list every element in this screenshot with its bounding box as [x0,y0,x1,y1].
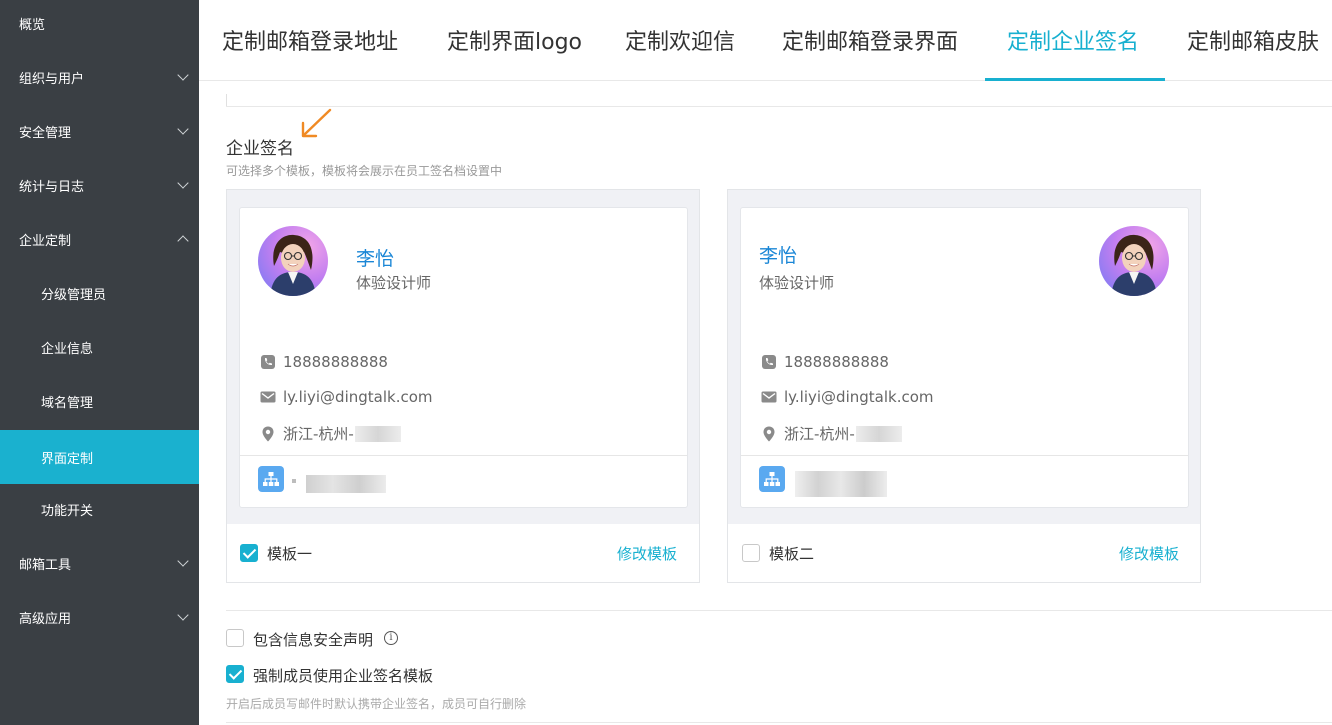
signature-location: 浙江-杭州- [283,425,354,443]
signature-name: 李怡 [356,248,395,270]
template-footer: 模板二 修改模板 [728,524,1200,582]
tab-login-page[interactable]: 定制邮箱登录界面 [782,24,958,56]
phone-icon [762,355,776,369]
divider [741,455,1188,456]
annotation-arrow-icon [301,108,332,138]
redacted-text [292,479,296,483]
chevron-down-icon [177,123,189,135]
redacted-text [855,425,902,442]
signature-card: 李怡 体验设计师 18888888888 ly.liyi@dingtalk.co… [740,207,1189,508]
chevron-up-icon [177,235,189,247]
tab-bar: 定制邮箱登录地址 定制界面logo 定制欢迎信 定制邮箱登录界面 定制企业签名 … [199,0,1332,81]
template-card: 李怡 体验设计师 18888888888 ly.liyi@dingtalk.co… [727,189,1201,583]
active-tab-indicator [985,78,1165,81]
signature-location: 浙江-杭州- [784,425,855,443]
org-chart-icon [759,466,785,492]
signature-email-row: ly.liyi@dingtalk.com [260,388,433,406]
signature-phone-row: 18888888888 [761,353,889,371]
sidebar-item-feature-switch[interactable]: 功能开关 [0,482,199,536]
location-pin-icon [262,426,274,441]
sidebar-item-label: 界面定制 [41,451,94,467]
template-preview: 李怡 体验设计师 18888888888 ly.liyi@dingtalk.co… [227,190,699,524]
sidebar-item-label: 分级管理员 [41,287,107,303]
chevron-down-icon [177,177,189,189]
sidebar-item-admins[interactable]: 分级管理员 [0,266,199,320]
sidebar-item-label: 邮箱工具 [19,557,72,573]
tab-welcome-letter[interactable]: 定制欢迎信 [625,24,735,56]
sidebar-item-label: 功能开关 [41,503,94,519]
signature-location-row: 浙江-杭州- [260,423,401,444]
sidebar-item-ui-custom[interactable]: 界面定制 [0,430,199,484]
sidebar-item-label: 统计与日志 [19,179,85,195]
signature-phone: 18888888888 [784,353,889,371]
divider [226,94,227,106]
section-title: 企业签名 [226,139,294,159]
sidebar-item-stats-logs[interactable]: 统计与日志 [0,158,199,212]
sidebar-item-label: 高级应用 [19,611,72,627]
sidebar-item-advanced[interactable]: 高级应用 [0,590,199,644]
mail-icon [260,391,276,403]
security-statement-checkbox[interactable] [226,629,244,647]
redacted-text [306,475,386,493]
tab-enterprise-signature[interactable]: 定制企业签名 [1007,24,1139,56]
mail-icon [761,391,777,403]
template-label: 模板一 [267,545,313,563]
divider [240,455,687,456]
tab-login-address[interactable]: 定制邮箱登录地址 [222,24,398,56]
sidebar-item-label: 概览 [19,17,46,33]
template-checkbox[interactable] [240,544,258,562]
org-chart-icon [258,466,284,492]
sidebar-item-mail-tools[interactable]: 邮箱工具 [0,536,199,590]
force-template-checkbox[interactable] [226,665,244,683]
location-pin-icon [763,426,775,441]
signature-email: ly.liyi@dingtalk.com [784,388,934,406]
template-preview: 李怡 体验设计师 18888888888 ly.liyi@dingtalk.co… [728,190,1200,524]
avatar [258,226,328,296]
sidebar-item-enterprise-info[interactable]: 企业信息 [0,320,199,374]
chevron-down-icon [177,609,189,621]
tab-ui-logo[interactable]: 定制界面logo [447,24,582,56]
sidebar: 概览 组织与用户 安全管理 统计与日志 企业定制 分级管理员 企业信息 域名管理… [0,0,199,725]
signature-job-title: 体验设计师 [759,274,835,292]
redacted-text [354,425,401,442]
security-statement-label: 包含信息安全声明 [253,631,374,649]
template-checkbox[interactable] [742,544,760,562]
signature-email-row: ly.liyi@dingtalk.com [761,388,934,406]
signature-phone-row: 18888888888 [260,353,388,371]
signature-email: ly.liyi@dingtalk.com [283,388,433,406]
sidebar-item-org-users[interactable]: 组织与用户 [0,50,199,104]
divider [226,610,1332,611]
sidebar-item-label: 安全管理 [19,125,72,141]
info-icon[interactable]: i [384,631,398,645]
template-footer: 模板一 修改模板 [227,524,699,582]
edit-template-link[interactable]: 修改模板 [1119,543,1179,564]
template-card: 李怡 体验设计师 18888888888 ly.liyi@dingtalk.co… [226,189,700,583]
signature-name: 李怡 [759,245,798,267]
sidebar-item-enterprise-custom[interactable]: 企业定制 [0,212,199,266]
edit-template-link[interactable]: 修改模板 [617,543,677,564]
template-label: 模板二 [769,545,815,563]
sidebar-item-label: 组织与用户 [19,71,85,87]
section-description: 可选择多个模板，模板将会展示在员工签名档设置中 [226,164,503,178]
sidebar-item-label: 域名管理 [41,395,94,411]
chevron-down-icon [177,555,189,567]
force-template-label: 强制成员使用企业签名模板 [253,667,434,685]
sidebar-item-overview[interactable]: 概览 [0,0,199,46]
avatar [1099,226,1169,296]
force-template-description: 开启后成员写邮件时默认携带企业签名，成员可自行删除 [226,697,527,711]
sidebar-item-domain[interactable]: 域名管理 [0,374,199,428]
sidebar-item-label: 企业信息 [41,341,94,357]
sidebar-item-security[interactable]: 安全管理 [0,104,199,158]
sidebar-item-label: 企业定制 [19,233,72,249]
chevron-down-icon [177,69,189,81]
redacted-text [795,471,887,497]
signature-phone: 18888888888 [283,353,388,371]
signature-card: 李怡 体验设计师 18888888888 ly.liyi@dingtalk.co… [239,207,688,508]
signature-job-title: 体验设计师 [356,274,432,292]
tab-mail-skin[interactable]: 定制邮箱皮肤 [1187,24,1319,56]
divider [226,106,1332,107]
signature-location-row: 浙江-杭州- [761,423,902,444]
phone-icon [261,355,275,369]
divider [226,722,1332,723]
